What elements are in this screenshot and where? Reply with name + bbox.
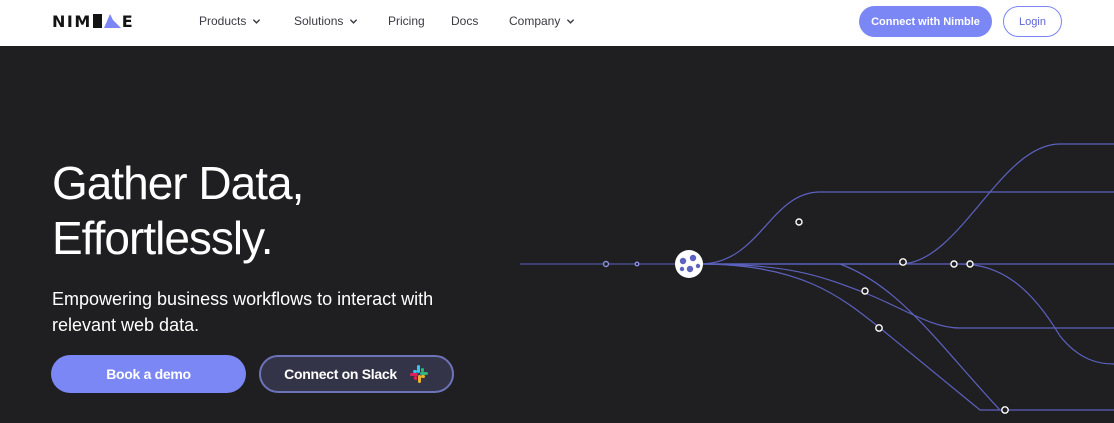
connect-on-slack-label: Connect on Slack bbox=[284, 366, 397, 382]
logo-text-left: NIM bbox=[52, 11, 92, 31]
hero-title-line1: Gather Data, bbox=[52, 157, 304, 209]
nav-company[interactable]: Company bbox=[509, 13, 575, 29]
nav-products-label: Products bbox=[199, 14, 247, 28]
connect-with-nimble-button[interactable]: Connect with Nimble bbox=[859, 6, 992, 37]
nav-solutions-label: Solutions bbox=[294, 14, 344, 28]
nimble-logo[interactable]: NIM E bbox=[52, 10, 134, 32]
top-navigation: NIM E Products Solutions Pricing Docs Co… bbox=[0, 0, 1114, 46]
nav-company-label: Company bbox=[509, 14, 561, 28]
slack-icon bbox=[409, 365, 428, 383]
nav-docs[interactable]: Docs bbox=[451, 13, 478, 29]
data-hub-icon bbox=[675, 250, 703, 278]
nav-products[interactable]: Products bbox=[199, 13, 261, 29]
hero-section: Gather Data, Effortlessly. Empowering bu… bbox=[0, 46, 1114, 423]
nav-pricing-label: Pricing bbox=[388, 14, 425, 28]
hero-title-line2: Effortlessly. bbox=[52, 212, 273, 264]
logo-text-right: E bbox=[121, 11, 135, 31]
hero-subtitle: Empowering business workflows to interac… bbox=[52, 289, 434, 335]
chevron-down-icon bbox=[350, 18, 358, 24]
login-button[interactable]: Login bbox=[1003, 6, 1062, 37]
nav-docs-label: Docs bbox=[451, 14, 479, 28]
nav-pricing[interactable]: Pricing bbox=[388, 13, 425, 29]
nimble-logo-icon bbox=[92, 14, 121, 28]
hero-title: Gather Data, Effortlessly. bbox=[52, 156, 304, 266]
connect-on-slack-button[interactable]: Connect on Slack bbox=[259, 355, 454, 393]
chevron-down-icon bbox=[567, 18, 575, 24]
book-demo-button[interactable]: Book a demo bbox=[51, 355, 246, 393]
chevron-down-icon bbox=[253, 18, 261, 24]
nav-solutions[interactable]: Solutions bbox=[294, 13, 358, 29]
